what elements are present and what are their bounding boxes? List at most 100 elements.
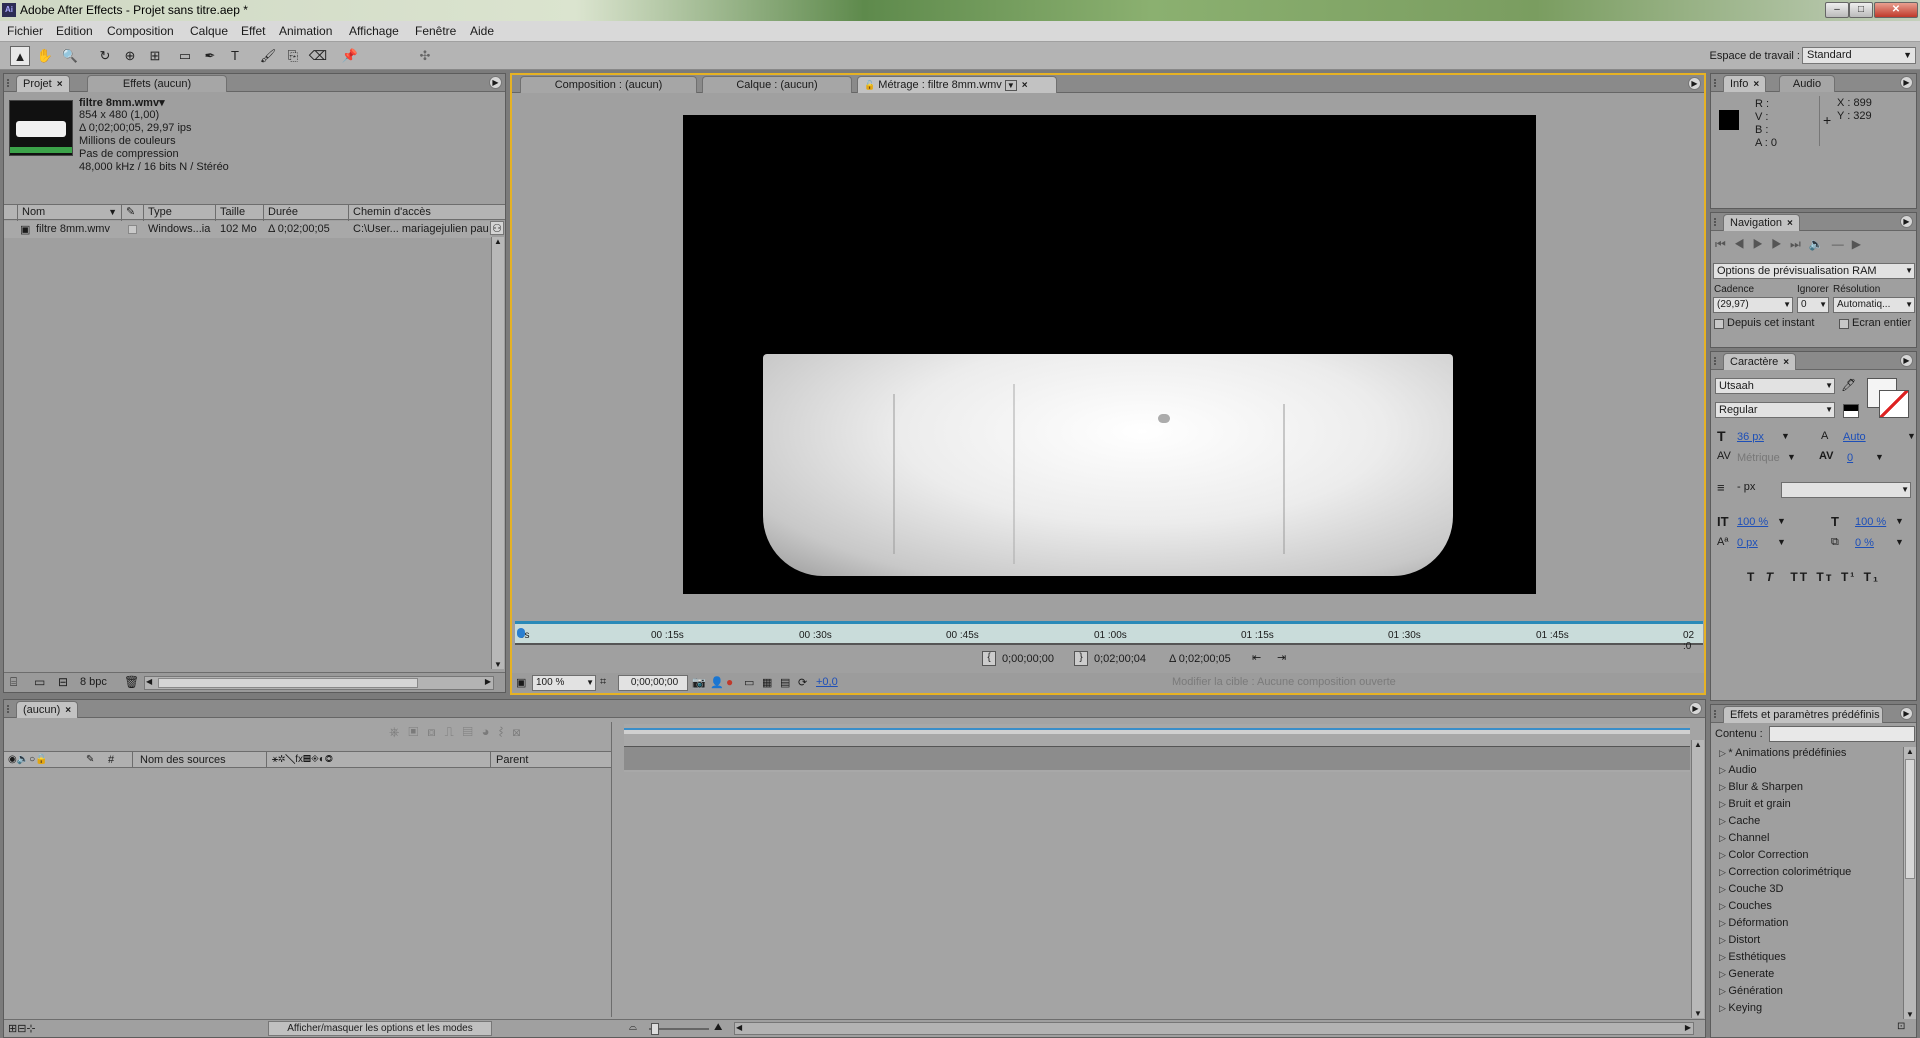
flowchart-icon[interactable]: ⚇ [490,221,504,235]
list-item[interactable]: Déformation [1719,917,1788,929]
panel-menu-icon[interactable]: ▶ [489,76,502,89]
comp-mini-flowchart-icon[interactable]: ⎈ [389,724,408,739]
panel-menu-icon[interactable]: ▶ [1900,215,1913,228]
tab-effets-presets[interactable]: Effets et paramètres prédéfinis [1723,706,1883,723]
menu-fichier[interactable]: Fichier [7,24,43,38]
list-item[interactable]: Audio [1719,764,1756,776]
play-icon[interactable]: ▶ [1753,237,1772,251]
motion-blur-icon[interactable]: ◕ [482,724,499,739]
close-icon[interactable]: × [65,705,71,716]
label-column-icon[interactable]: ✎ [122,205,144,221]
always-preview-icon[interactable]: ▣ [516,676,526,689]
column-number[interactable]: # [108,754,114,766]
rectangle-mask-tool-icon[interactable]: ▭ [175,46,195,66]
panel-grip-icon[interactable] [7,79,12,87]
puppet-pin-tool-icon[interactable]: 📌 [340,46,360,66]
frame-blending-icon[interactable]: ▤ [463,724,482,739]
draft-3d-icon[interactable]: ⧈ [427,724,444,739]
font-style-select[interactable]: Regular ▼ [1715,402,1835,418]
list-item[interactable]: Channel [1719,832,1769,844]
list-item[interactable]: Blur & Sharpen [1719,781,1803,793]
subscript-button[interactable]: T₁ [1864,570,1880,584]
panel-menu-icon[interactable]: ▶ [1900,354,1913,367]
list-item[interactable]: Esthétiques [1719,951,1785,963]
menu-fenetre[interactable]: Fenêtre [415,24,456,38]
column-chemin[interactable]: Chemin d'accès [349,205,505,221]
close-icon[interactable]: × [1753,79,1759,90]
current-time-field[interactable]: 0;00;00;00 [618,675,688,691]
list-item[interactable]: Génération [1719,985,1782,997]
timeline-vscrollbar[interactable]: ▲ ▼ [1691,740,1704,1018]
list-item[interactable]: Cache [1719,815,1760,827]
new-composition-icon[interactable]: ⊟ [58,675,68,689]
maximize-button[interactable]: □ [1849,2,1873,18]
reset-exposure-icon[interactable]: ⟳ [798,676,807,689]
rotate-tool-icon[interactable]: ↻ [95,46,115,66]
menu-affichage[interactable]: Affichage [349,24,399,38]
list-item[interactable]: Keying [1719,1002,1762,1014]
list-item[interactable]: Distort [1719,934,1760,946]
column-taille[interactable]: Taille [216,205,264,221]
all-caps-button[interactable]: TT [1790,570,1809,584]
effects-scrollbar[interactable]: ▲ ▼ [1903,747,1916,1019]
from-current-checkbox[interactable] [1714,319,1724,329]
menu-aide[interactable]: Aide [470,24,494,38]
label-color-swatch[interactable] [128,225,137,234]
stroke-width-value[interactable]: - px [1737,481,1755,493]
last-frame-icon[interactable]: ⏭ [1790,237,1809,251]
list-item[interactable]: Bruit et grain [1719,798,1790,810]
timeline-zoom-slider[interactable] [649,1023,709,1035]
first-frame-icon[interactable]: ⏮ [1715,237,1734,251]
panel-menu-icon[interactable]: ▶ [1900,707,1913,720]
eyedropper-icon[interactable]: 🖊 [1841,378,1856,392]
show-snapshot-icon[interactable]: 👤 [710,676,724,689]
cadence-select[interactable]: (29,97) ▼ [1713,297,1793,313]
ripple-insert-icon[interactable]: ⇤ [1252,651,1261,664]
ram-preview-options-select[interactable]: Options de prévisualisation RAM ▼ [1713,263,1915,279]
next-frame-icon[interactable]: ▶ [1771,237,1790,251]
expand-icon[interactable]: ⊞⊟⊹ [8,1022,36,1035]
column-type[interactable]: Type [144,205,216,221]
pan-behind-tool-icon[interactable]: ⊞ [145,46,165,66]
zoom-tool-icon[interactable]: 🔍 [60,46,80,66]
panel-grip-icon[interactable] [1714,357,1719,365]
menu-calque[interactable]: Calque [190,24,228,38]
workspace-select[interactable]: Standard ▼ [1802,47,1916,64]
region-of-interest-icon[interactable]: ▭ [744,676,754,689]
resolution-select[interactable]: Automatiq... ▼ [1833,297,1915,313]
column-nom[interactable]: Nom ▼ [18,205,122,221]
camera-orbit-tool-icon[interactable]: ⊕ [120,46,140,66]
axis-mode-icon[interactable]: ✣ [405,46,445,66]
stroke-order-select[interactable]: ▼ [1781,482,1911,498]
tab-audio[interactable]: Audio [1779,75,1835,92]
chevron-down-icon[interactable]: ▼ [1875,452,1884,462]
superscript-button[interactable]: T¹ [1841,570,1856,584]
menu-effet[interactable]: Effet [241,24,265,38]
interpret-footage-icon[interactable]: ⌸ [10,675,17,690]
tsume-value[interactable]: 0 % [1855,537,1874,549]
full-screen-checkbox[interactable] [1839,319,1849,329]
list-item[interactable]: Couches [1719,900,1771,912]
av-switches-icon[interactable]: ◉🔈○🔒 [8,754,48,765]
chevron-down-icon[interactable]: ▼ [1777,537,1786,547]
vertical-scale-value[interactable]: 100 % [1737,516,1768,528]
overlay-edit-icon[interactable]: ⇥ [1277,651,1286,664]
close-icon[interactable]: × [57,79,63,90]
film-icon[interactable]: ▤ [780,676,790,689]
tab-calque[interactable]: Calque : (aucun) [702,76,852,93]
brainstorm-icon[interactable]: ⊠ [512,724,529,739]
close-icon[interactable]: × [1783,357,1789,368]
menu-edition[interactable]: Edition [56,24,93,38]
tab-projet[interactable]: Projet × [16,75,70,92]
timeline-ruler-area[interactable] [624,724,1690,772]
close-window-button[interactable]: ✕ [1874,2,1918,18]
chevron-down-icon[interactable]: ▼ [1777,516,1786,526]
font-size-value[interactable]: 36 px [1737,431,1764,443]
snapshot-icon[interactable]: 📷 [692,676,706,689]
tab-metrage[interactable]: 🔓 Métrage : filtre 8mm.wmv ▼ × [857,76,1057,93]
list-item[interactable]: Correction colorimétrique [1719,866,1851,878]
mute-audio-icon[interactable]: 🔈 [1809,237,1832,251]
text-tool-icon[interactable]: T [225,46,245,66]
safe-zones-icon[interactable]: ⌗ [600,676,606,689]
timeline-hscrollbar[interactable]: ◀ ▶ [734,1022,1694,1035]
